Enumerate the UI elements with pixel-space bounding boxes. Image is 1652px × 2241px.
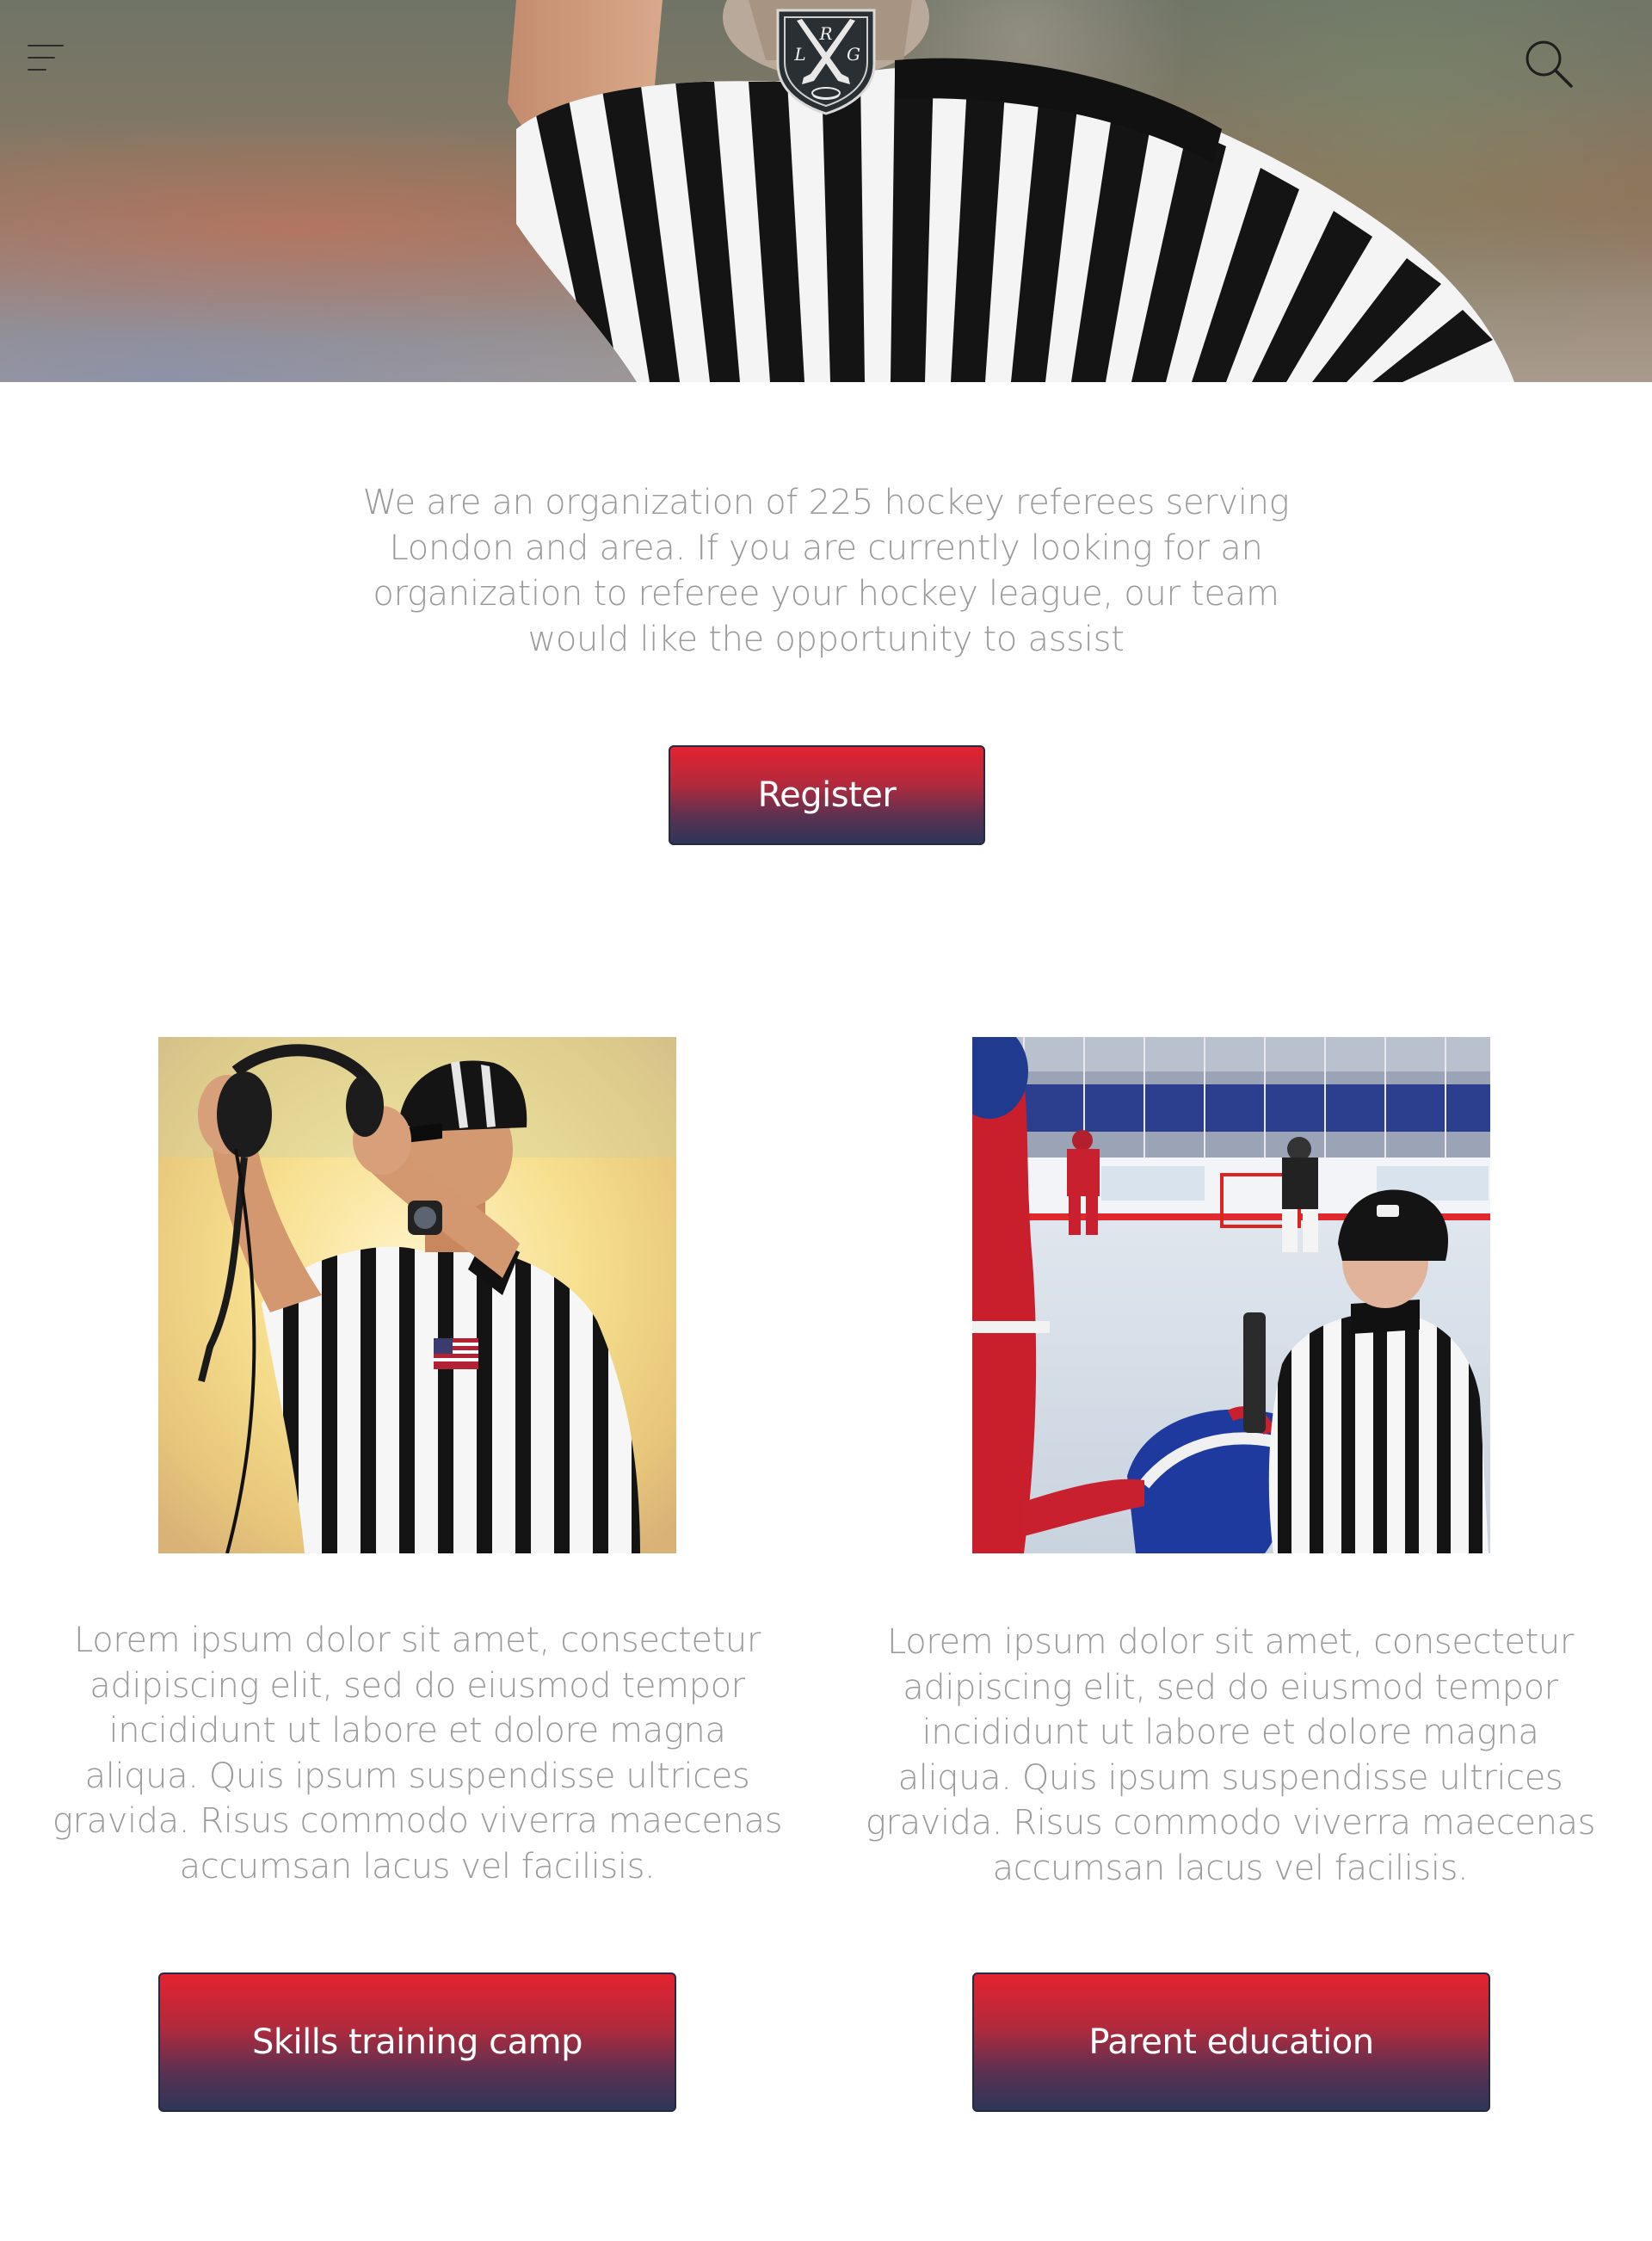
hockey-sticks-crest-logo[interactable]: R L G (771, 5, 881, 115)
hero-banner: R L G (0, 0, 1652, 382)
hamburger-menu-icon[interactable] (28, 45, 67, 74)
parent-education-button[interactable]: Parent education (972, 1972, 1490, 2112)
register-button[interactable]: Register (669, 745, 985, 845)
referee-on-ice-rink-photo (972, 1037, 1490, 1553)
card-description: Lorem ipsum dolor sit amet, consectetur … (865, 1622, 1596, 1888)
page: R L G We are an organization of 225 hock… (0, 0, 1652, 2241)
logo-letter-l: L (793, 44, 805, 65)
intro-text: We are an organization of 225 hockey ref… (362, 483, 1290, 659)
logo-letter-g: G (847, 44, 860, 65)
search-icon[interactable] (1523, 38, 1575, 90)
skills-training-camp-button[interactable]: Skills training camp (158, 1972, 676, 2112)
skills-training-camp-label: Skills training camp (252, 2022, 583, 2062)
parent-education-label: Parent education (1088, 2022, 1374, 2062)
register-button-label: Register (757, 775, 897, 815)
card-description: Lorem ipsum dolor sit amet, consectetur … (52, 1621, 783, 1886)
logo-letter-r: R (818, 23, 832, 44)
referee-removing-headset-photo (158, 1037, 676, 1553)
